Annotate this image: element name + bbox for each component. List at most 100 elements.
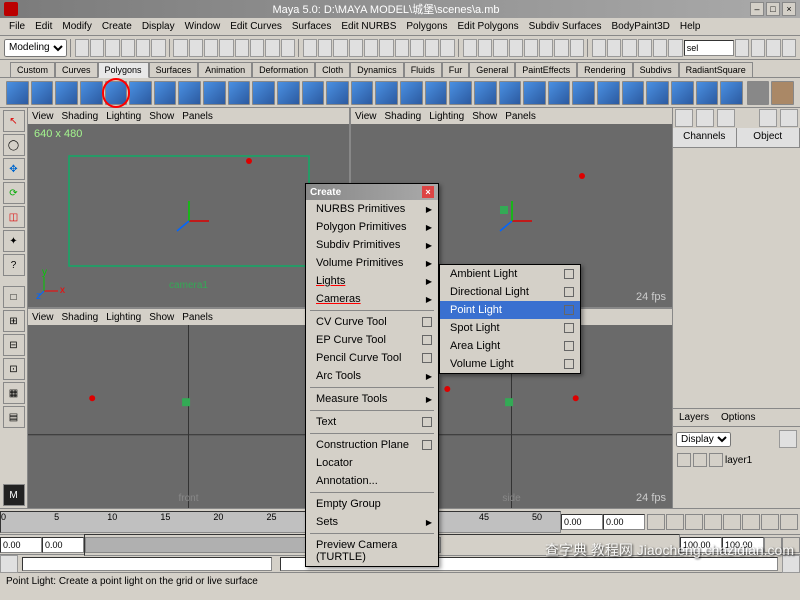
toolbar-button[interactable] [219,39,233,57]
shelf-tab-surfaces[interactable]: Surfaces [149,62,199,77]
close-button[interactable]: × [782,2,796,16]
menu-item-construction-plane[interactable]: Construction Plane [306,436,438,454]
toggle-button[interactable] [782,39,796,57]
shelf-tool-icon[interactable] [400,81,423,105]
vp-menu-panels[interactable]: Panels [182,312,213,323]
toolbar-button[interactable] [622,39,636,57]
popup-close-icon[interactable]: × [422,186,434,198]
toolbar-button[interactable] [151,39,165,57]
new-layer-icon[interactable] [779,430,797,448]
shelf-tab-rendering[interactable]: Rendering [577,62,633,77]
shelf-tab-painteffects[interactable]: PaintEffects [515,62,577,77]
menu-create[interactable]: Create [97,19,137,34]
toolbar-button[interactable] [638,39,652,57]
toolbar-button[interactable] [75,39,89,57]
menu-file[interactable]: File [4,19,30,34]
shelf-tab-deformation[interactable]: Deformation [252,62,315,77]
toolbar-button[interactable] [303,39,317,57]
layer-display-select[interactable]: Display [676,432,731,447]
menu-item-nurbs-primitives[interactable]: NURBS Primitives▶ [306,200,438,218]
vp-menu-lighting[interactable]: Lighting [106,111,141,122]
menu-edit-polygons[interactable]: Edit Polygons [453,19,524,34]
vp-menu-show[interactable]: Show [149,312,174,323]
shelf-tool-icon[interactable] [203,81,226,105]
shelf-torus-icon[interactable] [129,81,152,105]
shelf-tool-icon[interactable] [474,81,497,105]
vp-menu-show[interactable]: Show [472,111,497,122]
shelf-tab-animation[interactable]: Animation [198,62,252,77]
layout3-icon[interactable]: ▦ [3,382,25,404]
shelf-tool-icon[interactable] [622,81,645,105]
menu-item-cv-curve-tool[interactable]: CV Curve Tool [306,313,438,331]
layer-type-toggle[interactable] [693,453,707,467]
vp-menu-shading[interactable]: Shading [62,111,99,122]
prev-key-button[interactable] [685,514,703,530]
menu-surfaces[interactable]: Surfaces [287,19,336,34]
shelf-cone-icon[interactable] [80,81,103,105]
panel-icon[interactable] [717,109,735,127]
option-box-icon[interactable] [422,317,432,327]
time-field[interactable] [603,514,645,530]
menu-window[interactable]: Window [180,19,226,34]
option-box-icon[interactable] [564,359,574,369]
menu-polygons[interactable]: Polygons [401,19,452,34]
vp-menu-view[interactable]: View [32,111,54,122]
shelf-tool-icon[interactable] [646,81,669,105]
option-box-icon[interactable] [564,341,574,351]
menu-item-text[interactable]: Text [306,413,438,431]
mel-toggle-icon[interactable] [0,555,18,573]
maximize-button[interactable]: □ [766,2,780,16]
toolbar-button[interactable] [607,39,621,57]
toolbar-button[interactable] [265,39,279,57]
panel-icon[interactable] [759,109,777,127]
shelf-tool-icon[interactable] [597,81,620,105]
toolbar-button[interactable] [121,39,135,57]
layer-color-swatch[interactable] [709,453,723,467]
shelf-tab-dynamics[interactable]: Dynamics [350,62,404,77]
menu-edit-nurbs[interactable]: Edit NURBS [336,19,401,34]
menu-item-measure-tools[interactable]: Measure Tools▶ [306,390,438,408]
toolbar-button[interactable] [379,39,393,57]
toolbar-button[interactable] [440,39,454,57]
layer-row[interactable]: layer1 [673,451,800,469]
shelf-tool-icon[interactable] [548,81,571,105]
command-input[interactable] [22,557,272,571]
range-start-field[interactable] [0,537,42,553]
shelf-script-icon[interactable] [771,81,794,105]
shelf-tool-icon[interactable] [696,81,719,105]
menu-item-locator[interactable]: Locator [306,454,438,472]
shelf-tool-icon[interactable] [228,81,251,105]
toolbar-button[interactable] [509,39,523,57]
shelf-tool-icon[interactable] [720,81,743,105]
toolbar-button[interactable] [189,39,203,57]
move-tool-icon[interactable]: ✥ [3,158,25,180]
toggle-button[interactable] [751,39,765,57]
current-time-field[interactable] [561,514,603,530]
toolbar-button[interactable] [349,39,363,57]
toolbar-button[interactable] [653,39,667,57]
vp-menu-lighting[interactable]: Lighting [106,312,141,323]
shelf-tool-icon[interactable] [375,81,398,105]
shelf-tool-icon[interactable] [671,81,694,105]
lasso-tool-icon[interactable]: ◯ [3,134,25,156]
panel-icon[interactable] [696,109,714,127]
menu-item-spot-light[interactable]: Spot Light [440,319,580,337]
menu-item-volume-light[interactable]: Volume Light [440,355,580,373]
vp-menu-view[interactable]: View [32,312,54,323]
option-box-icon[interactable] [422,353,432,363]
toolbar-button[interactable] [250,39,264,57]
toolbar-button[interactable] [735,39,749,57]
menu-item-arc-tools[interactable]: Arc Tools▶ [306,367,438,385]
toolbar-button[interactable] [478,39,492,57]
menu-item-polygon-primitives[interactable]: Polygon Primitives▶ [306,218,438,236]
menu-item-cameras[interactable]: Cameras▶ [306,290,438,308]
manip-tool-icon[interactable]: ✦ [3,230,25,252]
shelf-cylinder-icon[interactable] [55,81,78,105]
shelf-tool-icon[interactable] [449,81,472,105]
shelf-tool-icon[interactable] [252,81,275,105]
shelf-tool-icon[interactable] [572,81,595,105]
toolbar-button[interactable] [235,39,249,57]
shelf-tool-icon[interactable] [277,81,300,105]
layer-vis-toggle[interactable] [677,453,691,467]
shelf-tool-icon[interactable] [154,81,177,105]
